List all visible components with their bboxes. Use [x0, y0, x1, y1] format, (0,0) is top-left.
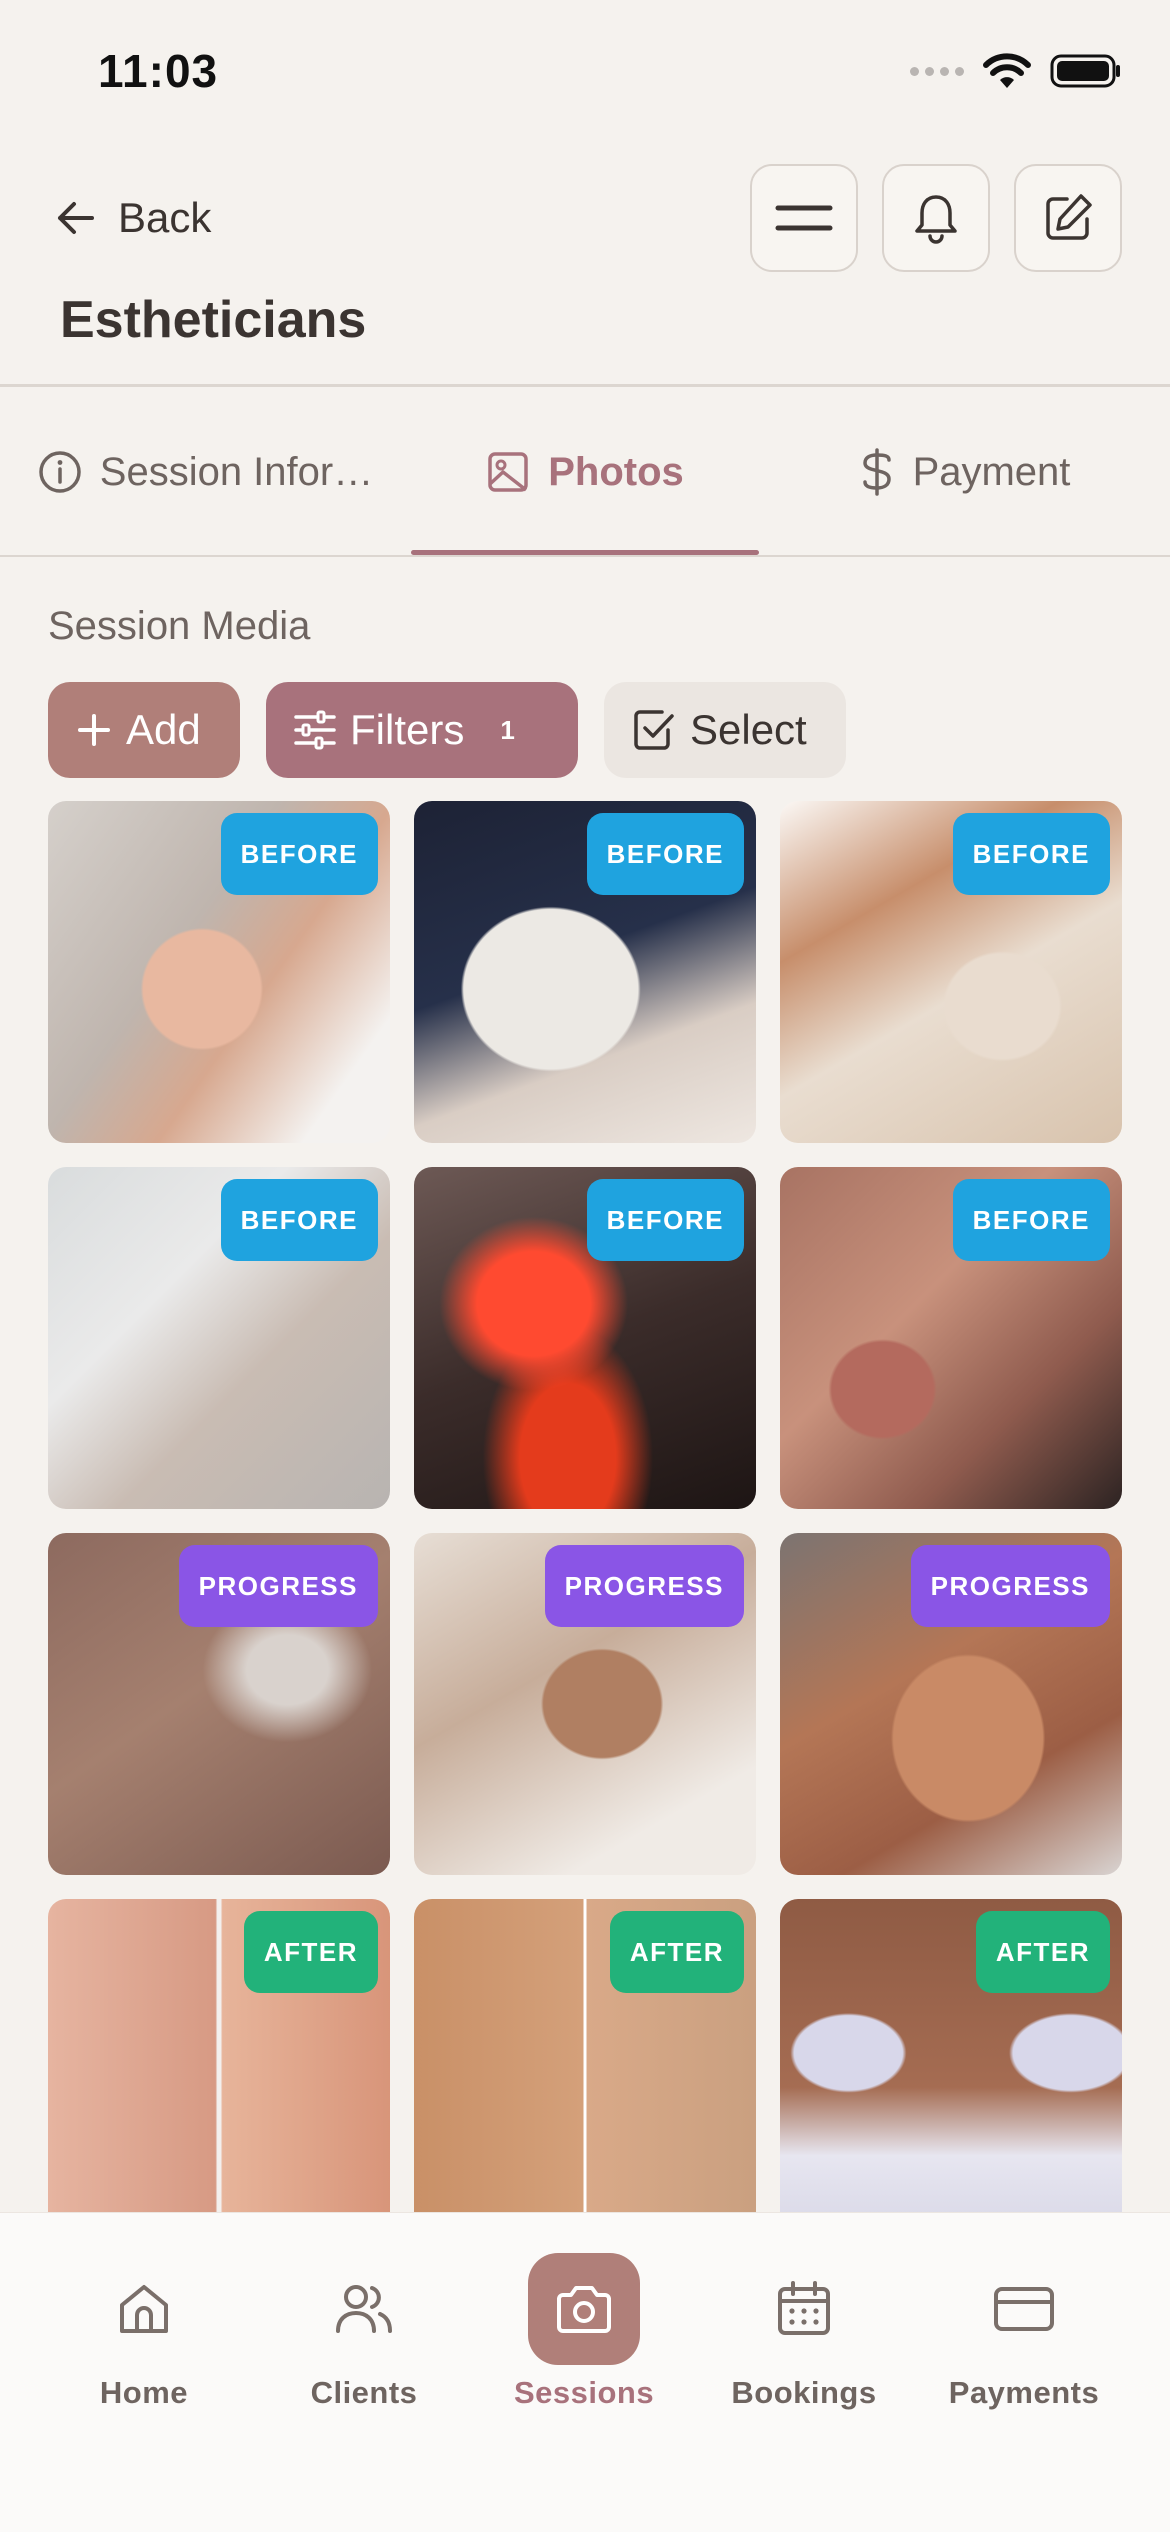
- session-tabs: Session Infor… Photos Payment: [0, 388, 1170, 556]
- screen: 11:03 Back Estheticians Session Infor… P…: [0, 0, 1170, 2532]
- photo-tile[interactable]: PROGRESS: [780, 1533, 1122, 1875]
- page-title: Estheticians: [60, 291, 367, 349]
- before-tag: BEFORE: [220, 813, 378, 895]
- tab-label: Session Infor…: [99, 449, 374, 494]
- photo-tile[interactable]: PROGRESS: [48, 1533, 390, 1875]
- users-icon: [336, 2285, 392, 2333]
- header-actions: [750, 164, 1122, 272]
- tab-label: Photos: [548, 449, 684, 494]
- photo-tile[interactable]: AFTER: [414, 1899, 756, 2241]
- filters-count-badge: 1: [500, 714, 515, 745]
- progress-tag: PROGRESS: [178, 1545, 378, 1627]
- menu-icon: [775, 205, 833, 231]
- tab-session-info[interactable]: Session Infor…: [0, 388, 411, 556]
- photo-tile[interactable]: BEFORE: [414, 1167, 756, 1509]
- bell-icon: [915, 195, 957, 244]
- bottom-nav: Home Clients Sessions Bookings Payments: [0, 2212, 1170, 2532]
- info-icon: [39, 451, 81, 493]
- notifications-button[interactable]: [882, 164, 990, 272]
- edit-button[interactable]: [1014, 164, 1122, 272]
- wifi-icon: [983, 53, 1031, 88]
- signal-icon: [910, 66, 964, 76]
- tab-payment[interactable]: Payment: [759, 388, 1170, 556]
- nav-clients[interactable]: Clients: [264, 2253, 464, 2411]
- photo-tile[interactable]: BEFORE: [414, 801, 756, 1143]
- nav-label: Sessions: [513, 2375, 655, 2410]
- before-tag: BEFORE: [220, 1179, 378, 1261]
- photo-tile[interactable]: AFTER: [48, 1899, 390, 2241]
- dollar-icon: [862, 448, 891, 496]
- sliders-icon: [294, 710, 336, 750]
- photo-grid: BEFORE BEFORE BEFORE BEFORE BEFORE BEFOR…: [48, 801, 1122, 2241]
- nav-icon-wrap: [748, 2253, 860, 2365]
- status-bar: 11:03: [0, 0, 1170, 150]
- calendar-icon: [778, 2281, 830, 2335]
- checkbox-icon: [634, 710, 674, 750]
- select-button[interactable]: Select: [604, 682, 846, 778]
- back-button[interactable]: Back: [52, 188, 211, 248]
- select-label: Select: [690, 706, 807, 753]
- before-tag: BEFORE: [586, 1179, 744, 1261]
- edit-icon: [1046, 194, 1092, 240]
- nav-label: Payments: [948, 2375, 1100, 2410]
- add-label: Add: [126, 706, 201, 753]
- tabs-divider: [0, 555, 1170, 557]
- nav-icon-wrap: [528, 2253, 640, 2365]
- nav-bookings[interactable]: Bookings: [704, 2253, 904, 2411]
- status-icons: [910, 52, 1122, 90]
- nav-icon-wrap: [308, 2253, 420, 2365]
- menu-button[interactable]: [750, 164, 858, 272]
- nav-payments[interactable]: Payments: [924, 2253, 1124, 2411]
- image-icon: [488, 452, 528, 492]
- after-tag: AFTER: [243, 1911, 378, 1993]
- photo-tile[interactable]: BEFORE: [780, 1167, 1122, 1509]
- nav-sessions[interactable]: Sessions: [484, 2253, 684, 2411]
- home-icon: [120, 2285, 168, 2333]
- status-time: 11:03: [98, 45, 219, 97]
- after-tag: AFTER: [609, 1911, 744, 1993]
- photo-tile[interactable]: BEFORE: [48, 1167, 390, 1509]
- photo-tile[interactable]: PROGRESS: [414, 1533, 756, 1875]
- section-label: Session Media: [48, 604, 311, 648]
- arrow-left-icon: [58, 202, 94, 234]
- add-button[interactable]: Add: [48, 682, 240, 778]
- media-actions: Add Filters 1 Select: [48, 682, 846, 778]
- tab-photos[interactable]: Photos: [411, 388, 759, 556]
- tab-label: Payment: [912, 449, 1071, 494]
- nav-icon-wrap: [968, 2253, 1080, 2365]
- battery-icon: [1050, 54, 1120, 88]
- nav-label: Home: [99, 2375, 189, 2410]
- before-tag: BEFORE: [586, 813, 744, 895]
- filters-button[interactable]: Filters 1: [266, 682, 578, 778]
- camera-icon: [557, 2286, 611, 2333]
- filters-label: Filters: [350, 706, 465, 753]
- nav-home[interactable]: Home: [44, 2253, 244, 2411]
- back-label: Back: [118, 194, 212, 241]
- progress-tag: PROGRESS: [910, 1545, 1110, 1627]
- nav-label: Bookings: [731, 2375, 877, 2410]
- credit-card-icon: [994, 2287, 1054, 2331]
- header-divider: [0, 384, 1170, 387]
- progress-tag: PROGRESS: [544, 1545, 744, 1627]
- before-tag: BEFORE: [952, 813, 1110, 895]
- after-tag: AFTER: [975, 1911, 1110, 1993]
- photo-tile[interactable]: BEFORE: [48, 801, 390, 1143]
- photo-tile[interactable]: BEFORE: [780, 801, 1122, 1143]
- nav-icon-wrap: [88, 2253, 200, 2365]
- before-tag: BEFORE: [952, 1179, 1110, 1261]
- nav-label: Clients: [310, 2375, 418, 2410]
- photo-tile[interactable]: AFTER: [780, 1899, 1122, 2241]
- plus-icon: [78, 714, 110, 746]
